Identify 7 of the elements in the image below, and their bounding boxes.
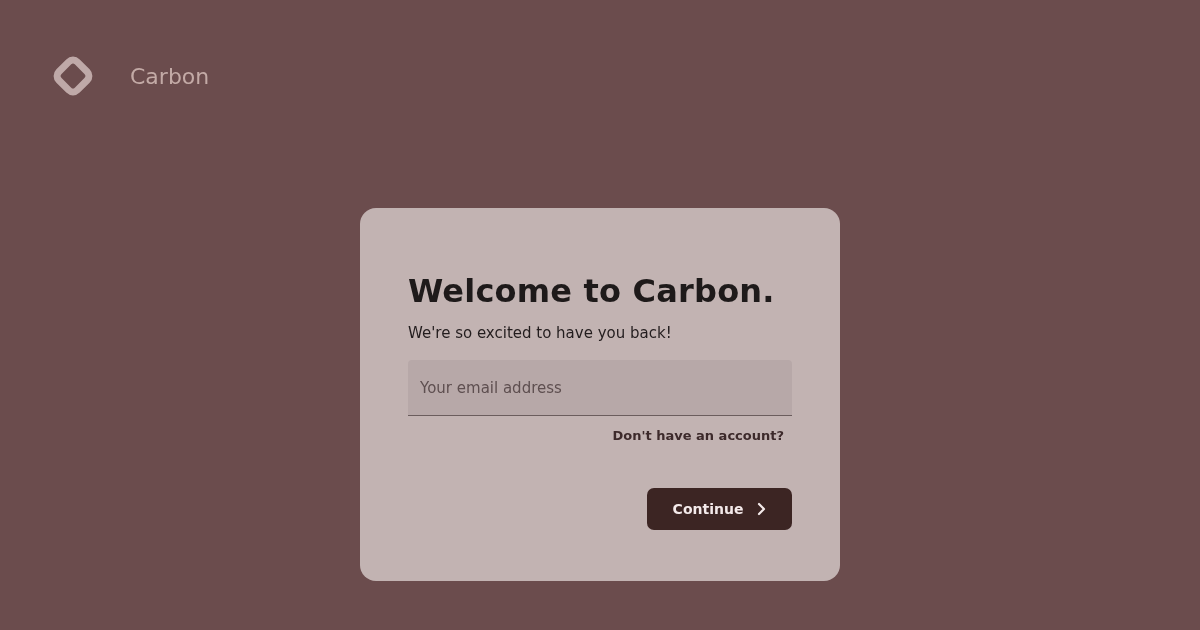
chevron-right-icon [757, 502, 767, 516]
signup-link[interactable]: Don't have an account? [612, 428, 784, 443]
continue-button[interactable]: Continue [647, 488, 792, 530]
brand-name: Carbon [130, 63, 210, 89]
card-title: Welcome to Carbon. [408, 272, 776, 310]
email-field[interactable]: Your email address [408, 360, 792, 416]
card-subtitle: We're so excited to have you back! [408, 324, 673, 342]
